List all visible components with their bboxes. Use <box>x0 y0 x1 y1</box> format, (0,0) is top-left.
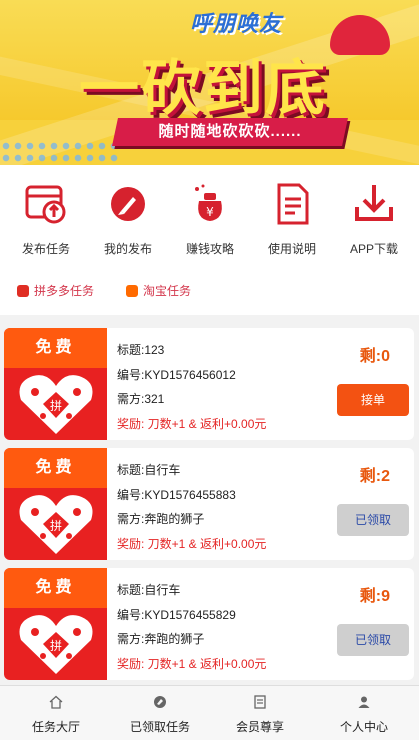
tag-taobao-tasks[interactable]: 淘宝任务 <box>126 282 191 299</box>
task-title: 标题:123 <box>117 343 165 357</box>
task-card[interactable]: 免费 拼 标题:自行车 编号:KYD1576455829 需方:奔跑的狮子 奖励… <box>4 568 414 680</box>
task-remaining: 剩:9 <box>359 588 390 605</box>
task-title: 标题:自行车 <box>117 463 181 477</box>
banner-brand: 呼朋唤友 <box>190 11 283 36</box>
pinduoduo-icon <box>17 284 29 297</box>
task-info: 标题:123 编号:KYD1576456012 需方:321 奖励: 刀数+1 … <box>117 338 332 436</box>
task-remaining: 剩:0 <box>359 348 390 365</box>
task-remaining: 剩:2 <box>359 468 390 485</box>
quick-menu: 发布任务 我的发布 ¥ 赚钱攻略 使用说明 APP下载 拼多多任务 淘宝任务 <box>0 165 419 315</box>
task-card[interactable]: 免费 拼 标题:自行车 编号:KYD1576455883 需方:奔跑的狮子 奖励… <box>4 448 414 560</box>
tag-label: 淘宝任务 <box>143 284 192 298</box>
task-title: 标题:自行车 <box>117 583 181 597</box>
home-icon <box>49 695 63 709</box>
accept-task-button[interactable]: 接单 <box>337 384 409 416</box>
banner-dots <box>0 140 120 165</box>
free-badge: 免费 <box>4 568 107 608</box>
svg-text:拼: 拼 <box>50 399 62 413</box>
pinduoduo-heart-icon: 拼 <box>19 375 93 434</box>
task-code: 编号:KYD1576455829 <box>117 607 236 622</box>
received-task-button[interactable]: 已领取 <box>337 624 409 656</box>
task-reward: 奖励: 刀数+1 & 返利+0.00元 <box>117 416 267 431</box>
menu-item-label: 我的发布 <box>103 242 152 256</box>
promo-banner[interactable]: 呼朋唤友 一砍到底 随时随地砍砍砍...... <box>0 0 419 165</box>
menu-item-label: 发布任务 <box>21 242 70 256</box>
tab-member[interactable]: 会员尊享 <box>208 686 312 740</box>
menu-item-earning-guide[interactable]: ¥ 赚钱攻略 <box>168 179 252 257</box>
task-info: 标题:自行车 编号:KYD1576455883 需方:奔跑的狮子 奖励: 刀数+… <box>117 458 332 556</box>
free-badge: 免费 <box>4 448 107 488</box>
my-publish-icon <box>111 187 145 221</box>
user-icon <box>358 696 370 708</box>
received-tasks-icon <box>154 696 166 708</box>
tab-label: 已领取任务 <box>129 720 190 734</box>
pinduoduo-heart-icon: 拼 <box>19 615 93 674</box>
task-thumbnail: 免费 拼 <box>4 328 107 440</box>
document-icon <box>277 183 309 225</box>
tab-label: 会员尊享 <box>235 720 284 734</box>
tab-received-tasks[interactable]: 已领取任务 <box>108 686 212 740</box>
menu-item-label: APP下载 <box>349 242 398 256</box>
task-requester: 需方:奔跑的狮子 <box>117 512 205 526</box>
task-code: 编号:KYD1576455883 <box>117 487 236 502</box>
tab-label: 任务大厅 <box>31 720 80 734</box>
task-info: 标题:自行车 编号:KYD1576455829 需方:奔跑的狮子 奖励: 刀数+… <box>117 578 332 676</box>
task-thumbnail: 免费 拼 <box>4 568 107 680</box>
menu-item-label: 使用说明 <box>267 242 316 256</box>
free-badge: 免费 <box>4 328 107 368</box>
bottom-tab-bar: 任务大厅 已领取任务 会员尊享 个人中心 <box>0 685 419 740</box>
tag-label: 拼多多任务 <box>34 284 95 298</box>
banner-subline: 随时随地砍砍砍...... <box>158 123 302 140</box>
task-thumbnail: 免费 拼 <box>4 448 107 560</box>
task-reward: 奖励: 刀数+1 & 返利+0.00元 <box>117 656 267 671</box>
banner-ribbon: 随时随地砍砍砍...... <box>112 118 348 146</box>
task-reward: 奖励: 刀数+1 & 返利+0.00元 <box>117 536 267 551</box>
received-task-button[interactable]: 已领取 <box>337 504 409 536</box>
download-icon <box>355 185 393 221</box>
task-requester: 需方:奔跑的狮子 <box>117 632 205 646</box>
tab-personal-center[interactable]: 个人中心 <box>312 686 416 740</box>
menu-item-label: 赚钱攻略 <box>185 242 234 256</box>
menu-item-publish-task[interactable]: 发布任务 <box>4 179 88 257</box>
tab-label: 个人中心 <box>339 720 388 734</box>
banner-headline: 一砍到底 <box>79 54 327 124</box>
menu-item-app-download[interactable]: APP下载 <box>332 179 416 257</box>
task-category-tags: 拼多多任务 淘宝任务 <box>0 282 419 304</box>
tab-task-hall[interactable]: 任务大厅 <box>4 686 108 740</box>
svg-text:¥: ¥ <box>206 205 214 219</box>
menu-item-my-publish[interactable]: 我的发布 <box>86 179 170 257</box>
tag-pinduoduo-tasks[interactable]: 拼多多任务 <box>17 282 94 299</box>
taobao-icon <box>126 284 138 297</box>
menu-item-instructions[interactable]: 使用说明 <box>250 179 334 257</box>
publish-task-icon <box>25 185 66 224</box>
svg-text:拼: 拼 <box>50 519 62 533</box>
task-card[interactable]: 免费 拼 标题:123 编号:KYD1576456012 需方:321 奖励: … <box>4 328 414 440</box>
svg-text:拼: 拼 <box>50 639 62 653</box>
task-code: 编号:KYD1576456012 <box>117 367 236 382</box>
member-icon <box>254 695 266 709</box>
money-bag-icon: ¥ <box>195 184 222 221</box>
task-requester: 需方:321 <box>117 392 165 406</box>
pinduoduo-heart-icon: 拼 <box>19 495 93 554</box>
